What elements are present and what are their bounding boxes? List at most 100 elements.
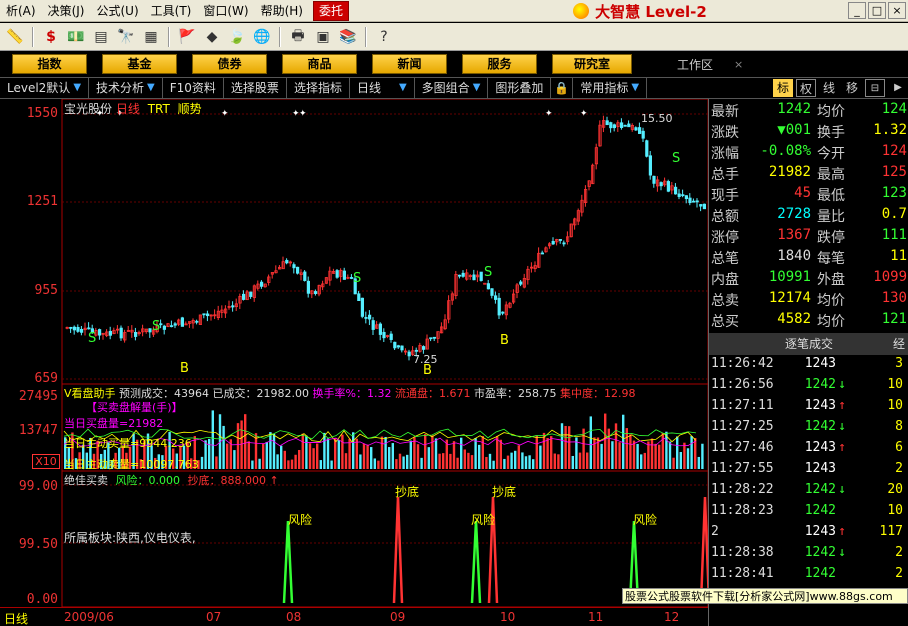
tab-move[interactable]: 移 bbox=[842, 79, 862, 97]
candle-body bbox=[378, 323, 383, 335]
menu-tech-analysis[interactable]: 技术分析 ▼ bbox=[89, 78, 163, 98]
turnover-label: 换手率%： bbox=[312, 387, 367, 400]
volume-bar bbox=[215, 456, 218, 469]
printer-icon[interactable]: 🖶 bbox=[287, 26, 309, 48]
nav-service-button[interactable]: 服务 bbox=[462, 54, 537, 74]
candle-body bbox=[558, 239, 563, 241]
menu-formula[interactable]: 公式(U) bbox=[90, 0, 144, 22]
panel-toggle-icon[interactable]: ⊟ bbox=[865, 79, 885, 97]
dropdown-arrow-icon: ▼ bbox=[631, 82, 640, 93]
menu-daily[interactable]: 日线 ▼ bbox=[350, 78, 415, 98]
window-icon[interactable]: ▣ bbox=[312, 26, 334, 48]
leaf-icon[interactable]: 🍃 bbox=[226, 26, 248, 48]
dollar-icon[interactable]: $ bbox=[40, 26, 62, 48]
toolbar-divider bbox=[365, 26, 367, 47]
quote-label: 最高 bbox=[817, 167, 845, 183]
workzone-label[interactable]: 工作区 bbox=[677, 56, 713, 73]
trend-label: 顺势 bbox=[177, 102, 202, 116]
close-button[interactable]: × bbox=[888, 2, 906, 19]
volume-bar bbox=[305, 435, 308, 469]
volume-bar bbox=[416, 444, 420, 469]
quote-label: 总额 bbox=[711, 209, 739, 225]
menu-multi-chart[interactable]: 多图组合 ▼ bbox=[415, 78, 489, 98]
menu-select-indicator[interactable]: 选择指标 bbox=[287, 78, 350, 98]
volume-bar bbox=[679, 451, 682, 469]
books-icon[interactable]: 📚 bbox=[337, 26, 359, 48]
tab-line[interactable]: 线 bbox=[819, 79, 839, 97]
tab-standard[interactable]: 标 bbox=[773, 79, 793, 97]
tick-row: 11:28:23 1242 10 bbox=[711, 503, 907, 524]
candle-body bbox=[364, 317, 368, 319]
menu-trade[interactable]: 委托 bbox=[312, 0, 349, 21]
candle-body bbox=[677, 193, 681, 197]
binoculars-icon[interactable]: 🔭 bbox=[115, 26, 137, 48]
tick-time: 11:26:42 bbox=[711, 356, 774, 371]
nav-commodity-button[interactable]: 商品 bbox=[282, 54, 357, 74]
tick-time: 11:27:46 bbox=[711, 440, 774, 455]
menu-tech-analysis-label: 技术分析 bbox=[96, 81, 145, 95]
menu-decision[interactable]: 决策(J) bbox=[42, 0, 91, 22]
menu-f10[interactable]: F10资料 bbox=[163, 78, 224, 98]
volume-bar bbox=[470, 455, 474, 469]
quote-label: 内盘 bbox=[711, 272, 739, 288]
quote-panel: 最新 1242 均价 124 涨跌 ▼001 换手 1.32 涨幅 -0.08% 今开 124 总手 21… bbox=[708, 99, 908, 626]
workzone-close-icon[interactable]: × bbox=[734, 58, 743, 71]
lock-icon[interactable]: 🔒 bbox=[551, 78, 574, 98]
nav-index-button[interactable]: 指数 bbox=[12, 54, 87, 74]
volume-bar bbox=[683, 442, 686, 469]
nav-news-button[interactable]: 新闻 bbox=[372, 54, 447, 74]
kline-chart[interactable]: ✦ ✦ ✦ ✦ ✦ ✦ ✦ bbox=[0, 99, 708, 384]
help-cursor-icon[interactable]: ? bbox=[373, 26, 395, 48]
candle-body bbox=[306, 280, 311, 294]
maximize-button[interactable]: □ bbox=[868, 2, 886, 19]
diamond-icon[interactable]: ◆ bbox=[201, 26, 223, 48]
candle-body bbox=[540, 252, 545, 255]
volume-bar bbox=[586, 452, 589, 469]
minimize-button[interactable]: _ bbox=[848, 2, 866, 19]
volume-bar bbox=[607, 428, 610, 469]
ruler-icon[interactable]: 📏 bbox=[4, 26, 26, 48]
volume-bar bbox=[510, 452, 513, 469]
volume-bar bbox=[359, 454, 362, 469]
menu-tools[interactable]: 工具(T) bbox=[145, 0, 198, 22]
main-buy-line: 当日主动买量=9944.236 bbox=[64, 437, 192, 450]
quote-value: 125 bbox=[881, 164, 907, 180]
candle-body bbox=[486, 283, 491, 290]
menu-window[interactable]: 窗口(W) bbox=[197, 0, 254, 22]
main-sell-line: 当日主动卖量=10097.763 bbox=[64, 458, 199, 471]
volume-bar bbox=[503, 458, 506, 469]
y-axis-label: 1251 bbox=[26, 194, 58, 209]
candle-body bbox=[652, 175, 656, 184]
panel-scroll-icon[interactable]: ▶ bbox=[888, 79, 908, 97]
menu-select-stock[interactable]: 选择股票 bbox=[224, 78, 287, 98]
globe-icon[interactable]: 🌐 bbox=[251, 26, 273, 48]
nav-bond-button[interactable]: 债券 bbox=[192, 54, 267, 74]
volume-bar bbox=[341, 434, 344, 469]
tick-arrow-icon bbox=[836, 503, 848, 524]
candle-body bbox=[303, 271, 307, 281]
quote-value: 12174 bbox=[768, 290, 811, 306]
menu-layout[interactable]: Level2默认 ▼ bbox=[0, 78, 90, 98]
menu-common-indicator[interactable]: 常用指标 ▼ bbox=[573, 78, 648, 98]
bars-icon[interactable]: ▤ bbox=[90, 26, 112, 48]
candle-body bbox=[699, 204, 703, 207]
flag-icon[interactable]: 🚩 bbox=[176, 26, 198, 48]
money-icon[interactable]: 💵 bbox=[65, 26, 87, 48]
volume-bar bbox=[618, 442, 621, 469]
menu-overlay[interactable]: 图形叠加 bbox=[488, 78, 552, 98]
footer-ad[interactable]: 股票公式股票软件下载[分析家公式网]www.88gs.com bbox=[622, 588, 908, 604]
date-label: 07 bbox=[206, 610, 222, 624]
nav-research-button[interactable]: 研究室 bbox=[552, 54, 632, 74]
chart-area[interactable]: ✦ ✦ ✦ ✦ ✦ ✦ ✦ 宝光股份 日线 TRT 顺势 1550 1251 955 659… bbox=[0, 99, 708, 626]
quote-value: -0.08% bbox=[760, 143, 811, 159]
menu-analysis[interactable]: 析(A) bbox=[0, 0, 42, 22]
volume-bar bbox=[629, 434, 632, 469]
volume-bar bbox=[391, 443, 394, 469]
volume-bar bbox=[640, 454, 643, 469]
nav-fund-button[interactable]: 基金 bbox=[102, 54, 177, 74]
menu-help[interactable]: 帮助(H) bbox=[255, 0, 309, 22]
grid-icon[interactable]: ▦ bbox=[140, 26, 162, 48]
tab-rights[interactable]: 权 bbox=[796, 79, 816, 97]
volume-bar bbox=[269, 432, 272, 469]
quote-value: 1099 bbox=[873, 269, 907, 285]
